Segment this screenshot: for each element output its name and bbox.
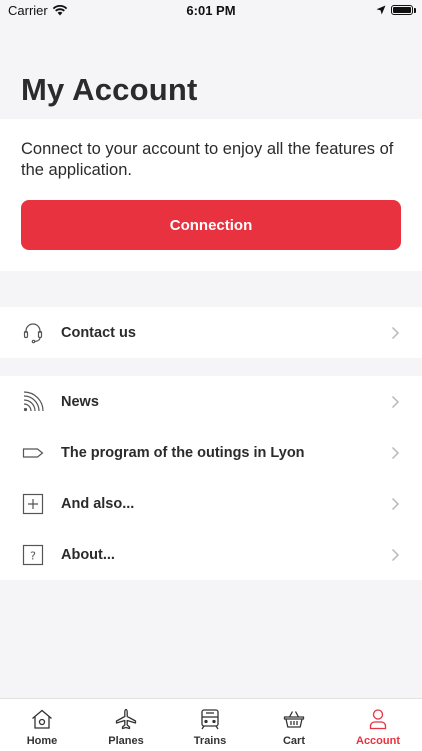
- tab-cart[interactable]: Cart: [252, 699, 336, 751]
- connect-message: Connect to your account to enjoy all the…: [21, 140, 394, 179]
- basket-icon: [283, 707, 305, 731]
- status-bar: Carrier 6:01 PM: [0, 0, 422, 24]
- rss-icon: [22, 390, 44, 413]
- tab-label: Trains: [193, 735, 227, 747]
- chevron-right-icon: [391, 497, 400, 510]
- menu-item-contact-us[interactable]: Contact us: [0, 307, 422, 358]
- headset-icon: [22, 322, 44, 344]
- menu-item-outings-program[interactable]: The program of the outings in Lyon: [0, 427, 422, 478]
- svg-text:?: ?: [30, 549, 36, 562]
- chevron-right-icon: [391, 446, 400, 459]
- connection-button[interactable]: Connection: [21, 200, 401, 250]
- train-icon: [199, 707, 221, 731]
- menu-section: News The program of the outings in Lyon …: [0, 376, 422, 580]
- tag-icon: [22, 442, 44, 464]
- chevron-right-icon: [391, 395, 400, 408]
- page-title: My Account: [21, 72, 198, 107]
- tab-trains[interactable]: Trains: [168, 699, 252, 751]
- menu-item-label: The program of the outings in Lyon: [61, 444, 305, 461]
- tab-label: Cart: [282, 735, 305, 747]
- plane-icon: [115, 707, 137, 731]
- tab-label: Planes: [108, 735, 144, 747]
- tab-planes[interactable]: Planes: [84, 699, 168, 751]
- menu-item-and-also[interactable]: And also...: [0, 478, 422, 529]
- clock: 6:01 PM: [186, 3, 236, 18]
- menu-item-news[interactable]: News: [0, 376, 422, 427]
- menu-item-label: And also...: [61, 495, 135, 512]
- plus-square-icon: [22, 493, 44, 515]
- contact-section: Contact us: [0, 307, 422, 358]
- home-icon: [31, 707, 53, 731]
- menu-item-about[interactable]: ? About...: [0, 529, 422, 580]
- location-arrow-icon: [376, 5, 386, 15]
- tab-label: Home: [26, 735, 58, 747]
- battery-icon: [391, 5, 416, 15]
- tab-home[interactable]: Home: [0, 699, 84, 751]
- menu-item-label: About...: [61, 546, 115, 563]
- user-icon: [367, 707, 389, 731]
- connect-card: Connect to your account to enjoy all the…: [0, 119, 422, 271]
- chevron-right-icon: [391, 548, 400, 561]
- tab-label: Account: [356, 735, 400, 747]
- menu-item-label: News: [61, 393, 99, 410]
- tab-bar: Home Planes Trains Cart Account: [0, 698, 422, 751]
- question-square-icon: ?: [22, 544, 44, 566]
- menu-item-label: Contact us: [61, 324, 136, 341]
- chevron-right-icon: [391, 326, 400, 339]
- tab-account[interactable]: Account: [336, 699, 420, 751]
